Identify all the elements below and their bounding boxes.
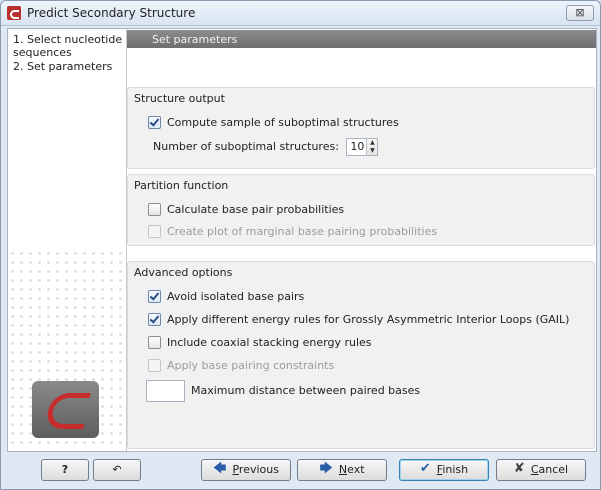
cancel-button[interactable]: ✘ Cancel bbox=[496, 459, 586, 481]
window-title: Predict Secondary Structure bbox=[27, 6, 196, 20]
next-label: Next bbox=[338, 463, 365, 476]
close-button[interactable]: ⊠ bbox=[566, 5, 594, 21]
constraints-row: Apply base pairing constraints bbox=[148, 358, 335, 373]
max-distance-row: Maximum distance between paired bases bbox=[146, 380, 420, 402]
workbench-logo bbox=[32, 381, 99, 438]
create-plot-label: Create plot of marginal base pairing pro… bbox=[167, 225, 438, 238]
reset-button[interactable]: ↶ bbox=[93, 459, 141, 481]
logo-mark-icon bbox=[44, 393, 91, 429]
create-plot-checkbox bbox=[148, 224, 161, 238]
arrow-left-icon: 🡄 bbox=[213, 461, 227, 476]
button-bar: ? ↶ 🡄 Previous 🡆 Next ✔ Finish ✘ Cancel bbox=[1, 451, 600, 489]
dialog-window: Predict Secondary Structure ⊠ 1. Select … bbox=[0, 0, 601, 490]
max-distance-label: Maximum distance between paired bases bbox=[191, 384, 421, 397]
compute-sample-checkbox[interactable] bbox=[148, 115, 161, 129]
max-distance-input[interactable] bbox=[146, 380, 185, 402]
step-label: Select nucleotide sequences bbox=[13, 33, 123, 59]
step-number: 2. bbox=[13, 60, 24, 73]
gail-label: Apply different energy rules for Grossly… bbox=[167, 313, 570, 326]
spinner-arrows-icon[interactable]: ▲ ▼ bbox=[366, 139, 378, 155]
next-button[interactable]: 🡆 Next bbox=[297, 459, 387, 481]
checkmark-icon: ✔ bbox=[419, 461, 431, 476]
gail-row[interactable]: Apply different energy rules for Grossly… bbox=[148, 312, 570, 327]
step-number: 1. bbox=[13, 33, 24, 46]
calc-base-pair-row[interactable]: Calculate base pair probabilities bbox=[148, 202, 345, 217]
num-suboptimal-label: Number of suboptimal structures: bbox=[153, 140, 339, 153]
dialog-body: 1. Select nucleotide sequences 2. Set pa… bbox=[7, 28, 597, 452]
partition-function-group: Partition function Calculate base pair p… bbox=[127, 174, 595, 246]
constraints-checkbox bbox=[148, 358, 161, 372]
section-header: Set parameters bbox=[127, 30, 596, 48]
group-title: Advanced options bbox=[134, 266, 233, 279]
title-bar: Predict Secondary Structure ⊠ bbox=[1, 1, 600, 26]
finish-label: Finish bbox=[436, 463, 469, 476]
create-plot-row: Create plot of marginal base pairing pro… bbox=[148, 224, 438, 239]
coaxial-checkbox[interactable] bbox=[148, 335, 161, 349]
constraints-label: Apply base pairing constraints bbox=[167, 359, 335, 372]
step-select-sequences[interactable]: 1. Select nucleotide sequences bbox=[13, 33, 125, 59]
group-title: Partition function bbox=[134, 179, 229, 192]
num-suboptimal-spinner[interactable]: 10 ▲ ▼ bbox=[346, 138, 379, 156]
cancel-label: Cancel bbox=[530, 463, 569, 476]
num-suboptimal-value[interactable]: 10 bbox=[350, 140, 364, 153]
parameters-panel: Set parameters Structure output Compute … bbox=[127, 29, 596, 451]
wizard-steps-panel: 1. Select nucleotide sequences 2. Set pa… bbox=[8, 29, 127, 451]
reset-icon: ↶ bbox=[112, 463, 122, 476]
calc-base-pair-label: Calculate base pair probabilities bbox=[167, 203, 345, 216]
arrow-right-icon: 🡆 bbox=[319, 461, 333, 476]
cancel-x-icon: ✘ bbox=[513, 461, 525, 476]
finish-button[interactable]: ✔ Finish bbox=[399, 459, 489, 481]
compute-sample-row[interactable]: Compute sample of suboptimal structures bbox=[148, 115, 399, 130]
step-set-parameters[interactable]: 2. Set parameters bbox=[13, 60, 112, 73]
coaxial-row[interactable]: Include coaxial stacking energy rules bbox=[148, 335, 372, 350]
calc-base-pair-checkbox[interactable] bbox=[148, 202, 161, 216]
gail-checkbox[interactable] bbox=[148, 312, 161, 326]
compute-sample-label: Compute sample of suboptimal structures bbox=[167, 116, 399, 129]
num-suboptimal-row: Number of suboptimal structures: 10 ▲ ▼ bbox=[153, 138, 379, 156]
app-logo-icon bbox=[7, 6, 21, 20]
previous-label: Previous bbox=[232, 463, 279, 476]
step-label: Set parameters bbox=[27, 60, 113, 73]
avoid-isolated-label: Avoid isolated base pairs bbox=[167, 290, 305, 303]
group-title: Structure output bbox=[134, 92, 225, 105]
coaxial-label: Include coaxial stacking energy rules bbox=[167, 336, 372, 349]
avoid-isolated-row[interactable]: Avoid isolated base pairs bbox=[148, 289, 305, 304]
avoid-isolated-checkbox[interactable] bbox=[148, 289, 161, 303]
structure-output-group: Structure output Compute sample of subop… bbox=[127, 87, 595, 169]
help-button[interactable]: ? bbox=[41, 459, 89, 481]
previous-button[interactable]: 🡄 Previous bbox=[201, 459, 291, 481]
advanced-options-group: Advanced options Avoid isolated base pai… bbox=[127, 261, 595, 449]
section-header-title: Set parameters bbox=[152, 33, 238, 46]
